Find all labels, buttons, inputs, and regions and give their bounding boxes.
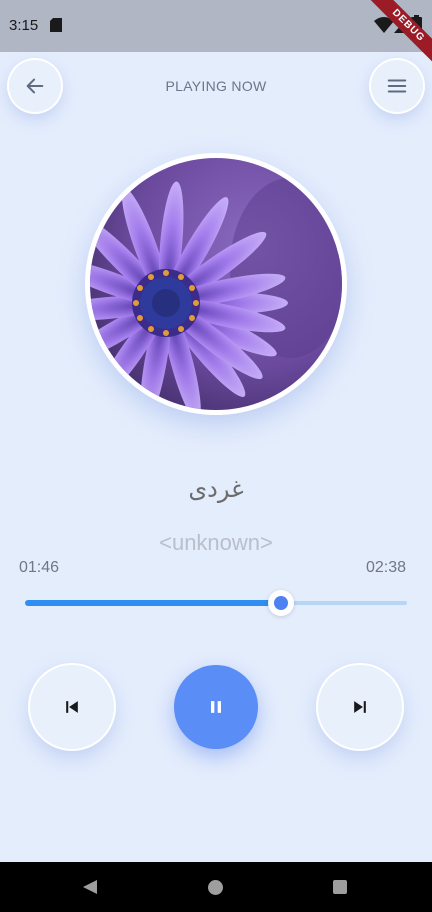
system-navigation-bar	[0, 862, 432, 912]
next-button[interactable]	[318, 665, 402, 749]
current-time: 01:46	[19, 559, 60, 576]
wifi-icon	[374, 17, 394, 33]
hamburger-menu-icon	[387, 79, 407, 93]
battery-icon	[411, 15, 422, 34]
status-bar: 3:15	[0, 0, 432, 52]
seek-slider[interactable]	[25, 588, 407, 618]
previous-button[interactable]	[30, 665, 114, 749]
album-art	[85, 153, 347, 415]
album-art-image	[90, 158, 342, 410]
play-pause-button[interactable]	[174, 665, 258, 749]
menu-button[interactable]	[371, 60, 423, 112]
song-title: غردی	[188, 475, 244, 503]
pause-icon	[211, 701, 221, 713]
skip-next-icon	[354, 701, 366, 713]
signal-icon	[394, 17, 408, 33]
page-title: PLAYING NOW	[165, 78, 267, 94]
nav-home-icon[interactable]	[208, 880, 223, 895]
slider-thumb[interactable]	[267, 590, 294, 616]
nav-back-icon[interactable]	[82, 879, 98, 895]
song-artist: <unknown>	[159, 530, 273, 555]
status-time: 3:15	[9, 17, 39, 34]
total-time: 02:38	[365, 559, 406, 576]
nav-recents-icon[interactable]	[333, 880, 347, 894]
skip-previous-icon	[66, 701, 78, 713]
sd-card-icon	[50, 18, 62, 32]
slider-fill	[25, 600, 281, 606]
